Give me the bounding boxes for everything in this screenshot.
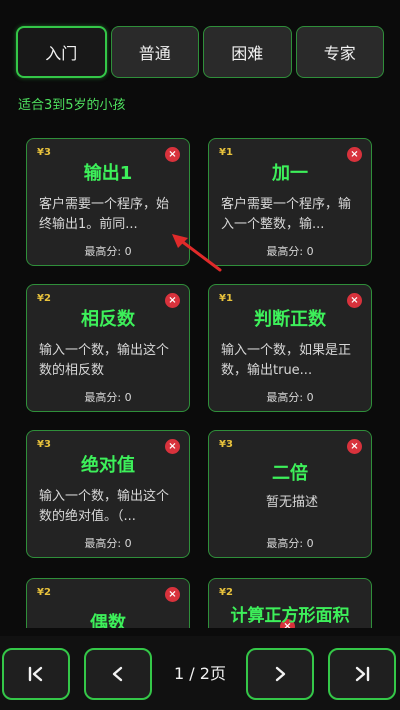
- high-score: 最高分: 0: [84, 537, 132, 550]
- prev-page-button[interactable]: [84, 648, 152, 700]
- chevron-left-icon: [112, 666, 123, 682]
- last-page-button[interactable]: [328, 648, 396, 700]
- price-tag: ¥3: [37, 147, 51, 158]
- level-card[interactable]: ¥3 × 绝对值 输入一个数，输出这个数的绝对值。（... 最高分: 0: [26, 430, 190, 558]
- level-description: 适合3到5岁的小孩: [18, 98, 126, 113]
- level-card[interactable]: ¥2 × 偶数: [26, 578, 190, 628]
- high-score: 最高分: 0: [266, 391, 314, 404]
- price-tag: ¥2: [37, 293, 51, 304]
- price-tag: ¥1: [219, 147, 233, 158]
- high-score: 最高分: 0: [84, 391, 132, 404]
- close-icon[interactable]: ×: [165, 587, 180, 602]
- card-title: 加一: [272, 163, 308, 184]
- close-icon[interactable]: ×: [347, 439, 362, 454]
- card-description: 输入一个数，输出这个数的绝对值。（...: [39, 489, 170, 524]
- price-tag: ¥2: [219, 587, 233, 598]
- tab-normal[interactable]: 普通: [110, 26, 199, 78]
- annotation-arrow-icon: [172, 234, 222, 272]
- card-title: 计算正方形面积: [230, 606, 350, 626]
- first-page-icon: [28, 666, 43, 682]
- high-score: 最高分: 0: [266, 245, 314, 258]
- card-title: 绝对值: [81, 455, 135, 476]
- difficulty-tabs: 入门 普通 困难 专家: [16, 26, 384, 78]
- card-title: 输出1: [83, 163, 133, 184]
- high-score: 最高分: 0: [84, 245, 132, 258]
- level-card[interactable]: ¥1 × 加一 客户需要一个程序，输入一个整数，输... 最高分: 0: [208, 138, 372, 266]
- tab-beginner[interactable]: 入门: [16, 26, 107, 78]
- first-page-button[interactable]: [2, 648, 70, 700]
- card-description: 输入一个数，如果是正数，输出true...: [221, 343, 352, 378]
- card-description: 输入一个数，输出这个数的相反数: [39, 343, 170, 378]
- next-page-button[interactable]: [246, 648, 314, 700]
- card-title: 二倍: [272, 463, 308, 484]
- card-title: 偶数: [90, 613, 126, 628]
- card-description: 客户需要一个程序，始终输出1。前同...: [39, 197, 170, 232]
- level-card[interactable]: ¥1 × 判断正数 输入一个数，如果是正数，输出true... 最高分: 0: [208, 284, 372, 412]
- level-card[interactable]: ¥3 × 二倍 暂无描述 最高分: 0: [208, 430, 372, 558]
- tab-expert[interactable]: 专家: [295, 26, 384, 78]
- price-tag: ¥3: [219, 439, 233, 450]
- level-card[interactable]: ¥2 × 相反数 输入一个数，输出这个数的相反数 最高分: 0: [26, 284, 190, 412]
- price-tag: ¥3: [37, 439, 51, 450]
- level-card[interactable]: ¥2 × 计算正方形面积: [208, 578, 372, 628]
- page-indicator: 1 / 2页: [174, 664, 226, 683]
- price-tag: ¥2: [37, 587, 51, 598]
- last-page-icon: [355, 666, 370, 682]
- card-title: 判断正数: [254, 309, 326, 330]
- chevron-right-icon: [275, 666, 286, 682]
- card-description: 客户需要一个程序，输入一个整数，输...: [221, 197, 352, 232]
- level-card[interactable]: ¥3 × 输出1 客户需要一个程序，始终输出1。前同... 最高分: 0: [26, 138, 190, 266]
- card-title: 相反数: [81, 309, 135, 330]
- card-description: 暂无描述: [265, 495, 318, 510]
- tab-hard[interactable]: 困难: [203, 26, 292, 78]
- level-grid: ¥3 × 输出1 客户需要一个程序，始终输出1。前同... 最高分: 0 ¥1 …: [26, 138, 376, 628]
- high-score: 最高分: 0: [266, 537, 314, 550]
- price-tag: ¥1: [219, 293, 233, 304]
